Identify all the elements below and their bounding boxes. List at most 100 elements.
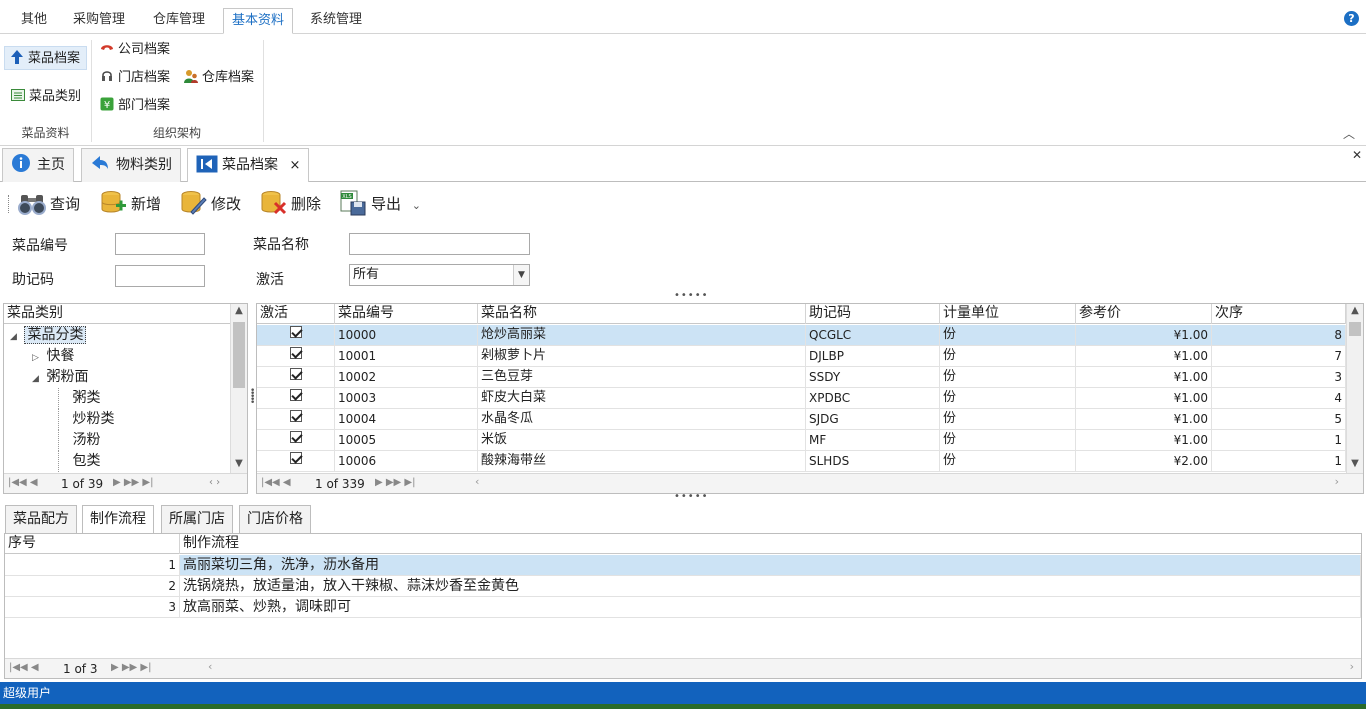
export-dropdown-icon[interactable]: ⌄ bbox=[412, 199, 421, 212]
column-header[interactable]: 菜品编号 bbox=[335, 304, 478, 324]
database-delete-icon bbox=[259, 190, 287, 216]
active-checkbox[interactable] bbox=[257, 325, 335, 345]
close-window-icon[interactable]: ✕ bbox=[1352, 148, 1362, 162]
active-checkbox[interactable] bbox=[257, 388, 335, 408]
column-header[interactable]: 参考价 bbox=[1076, 304, 1212, 324]
scroll-thumb[interactable] bbox=[233, 322, 245, 388]
active-checkbox[interactable] bbox=[257, 346, 335, 366]
active-checkbox[interactable] bbox=[257, 409, 335, 429]
scroll-down-icon[interactable]: ▼ bbox=[231, 458, 247, 469]
collapse-icon[interactable]: ◢ bbox=[32, 369, 42, 390]
table-row[interactable]: 10003 虾皮大白菜 XPDBC 份 ¥1.00 4 bbox=[257, 388, 1346, 409]
dish-category-button[interactable]: 菜品类别 bbox=[10, 85, 81, 109]
warehouse-archive-button[interactable]: 仓库档案 bbox=[183, 66, 254, 90]
table-row[interactable]: 1 高丽菜切三角，洗净，沥水备用 bbox=[5, 555, 1361, 576]
table-row[interactable]: 10005 米饭 MF 份 ¥1.00 1 bbox=[257, 430, 1346, 451]
tab-dish-archive[interactable]: 菜品档案 × bbox=[187, 148, 310, 182]
tree-node[interactable]: ◢ 菜品分类 bbox=[10, 325, 87, 348]
table-row[interactable]: 3 放高丽菜、炒熟，调味即可 bbox=[5, 597, 1361, 618]
edit-button[interactable]: 修改 bbox=[179, 188, 241, 220]
dish-archive-button[interactable]: 菜品档案 bbox=[4, 46, 87, 70]
active-checkbox[interactable] bbox=[257, 430, 335, 450]
chevron-down-icon[interactable]: ▼ bbox=[513, 265, 529, 285]
scroll-up-icon[interactable]: ▲ bbox=[1347, 305, 1363, 316]
scroll-down-icon[interactable]: ▼ bbox=[1347, 458, 1363, 469]
tree-node[interactable]: 包类 bbox=[58, 451, 100, 472]
scroll-thumb[interactable] bbox=[1349, 322, 1361, 336]
add-button[interactable]: 新增 bbox=[99, 188, 161, 220]
table-row[interactable]: 10000 炝炒高丽菜 QCGLC 份 ¥1.00 8 bbox=[257, 325, 1346, 346]
active-checkbox[interactable] bbox=[257, 451, 335, 471]
collapse-ribbon-icon[interactable]: ︿ bbox=[1343, 125, 1355, 142]
table-row[interactable]: 10002 三色豆芽 SSDY 份 ¥1.00 3 bbox=[257, 367, 1346, 388]
next-page-icon[interactable]: ▶ ▶▶ ▶| bbox=[375, 477, 416, 488]
expand-icon[interactable]: ▷ bbox=[32, 348, 42, 369]
scroll-right-icon[interactable]: › bbox=[1350, 660, 1354, 673]
table-row[interactable]: 10004 水晶冬瓜 SJDG 份 ¥1.00 5 bbox=[257, 409, 1346, 430]
ribbon-tab-purchase[interactable]: 采购管理 bbox=[65, 8, 133, 34]
delete-button[interactable]: 删除 bbox=[259, 188, 321, 220]
vertical-splitter[interactable]: • • • • • bbox=[250, 387, 255, 408]
close-tab-icon[interactable]: × bbox=[289, 158, 300, 173]
table-row[interactable]: 10001 剁椒萝卜片 DJLBP 份 ¥1.00 7 bbox=[257, 346, 1346, 367]
tab-store-prices[interactable]: 门店价格 bbox=[239, 505, 311, 533]
dish-code-input[interactable] bbox=[115, 233, 205, 255]
tab-material-category[interactable]: 物料类别 bbox=[81, 148, 181, 182]
help-icon[interactable]: ? bbox=[1344, 11, 1359, 26]
tab-dish-recipe[interactable]: 菜品配方 bbox=[5, 505, 77, 533]
tree-node[interactable]: ▷ 快餐 bbox=[32, 346, 74, 367]
horizontal-splitter[interactable]: ••••• bbox=[674, 290, 709, 301]
first-page-icon[interactable]: |◀◀ ◀ bbox=[9, 662, 39, 673]
first-page-icon[interactable]: |◀◀ ◀ bbox=[8, 477, 38, 488]
tree-node[interactable]: 炒粉类 bbox=[58, 409, 114, 430]
dish-grid-horizontal-scrollbar[interactable]: ‹ › bbox=[471, 475, 1343, 491]
tab-home[interactable]: 主页 bbox=[2, 148, 74, 182]
department-archive-button[interactable]: ¥ 部门档案 bbox=[99, 94, 170, 118]
tree-node[interactable]: ◢ 粥粉面 bbox=[32, 367, 88, 388]
horizontal-scroll-arrows[interactable]: ‹ › bbox=[209, 477, 220, 488]
tree-vertical-scrollbar[interactable]: ▲ ▼ bbox=[230, 304, 247, 473]
tab-production-process[interactable]: 制作流程 bbox=[82, 505, 154, 533]
store-archive-button[interactable]: 门店档案 bbox=[99, 66, 170, 90]
active-select[interactable]: 所有 ▼ bbox=[349, 264, 530, 286]
active-checkbox[interactable] bbox=[257, 367, 335, 387]
scroll-right-icon[interactable]: › bbox=[1335, 475, 1339, 488]
column-header[interactable]: 计量单位 bbox=[940, 304, 1076, 324]
column-header[interactable]: 助记码 bbox=[806, 304, 940, 324]
back-arrow-icon bbox=[90, 153, 110, 173]
horizontal-splitter[interactable]: ••••• bbox=[674, 491, 709, 502]
dish-grid-vertical-scrollbar[interactable]: ▲ ▼ bbox=[1346, 304, 1363, 473]
scroll-left-icon[interactable]: ‹ bbox=[208, 660, 212, 673]
company-archive-button[interactable]: 公司档案 bbox=[99, 38, 170, 62]
mnemonic-input[interactable] bbox=[115, 265, 205, 287]
tree-node[interactable]: 汤粉 bbox=[58, 430, 100, 451]
column-header[interactable]: 激活 bbox=[257, 304, 335, 324]
dish-code-label: 菜品编号 bbox=[12, 238, 68, 254]
ribbon-tab-basic-data[interactable]: 基本资料 bbox=[223, 8, 294, 34]
ribbon-tab-warehouse[interactable]: 仓库管理 bbox=[145, 8, 213, 34]
scroll-left-icon[interactable]: ‹ bbox=[475, 475, 479, 488]
column-header[interactable]: 制作流程 bbox=[180, 534, 1361, 554]
table-row[interactable]: 2 洗锅烧热，放适量油，放入干辣椒、蒜沫炒香至金黄色 bbox=[5, 576, 1361, 597]
next-page-icon[interactable]: ▶ ▶▶ ▶| bbox=[111, 662, 152, 673]
column-header[interactable]: 序号 bbox=[5, 534, 180, 554]
process-grid-horizontal-scrollbar[interactable]: ‹ › bbox=[204, 660, 1358, 676]
ribbon-tab-system[interactable]: 系统管理 bbox=[302, 8, 370, 34]
cell-order: 4 bbox=[1212, 388, 1346, 408]
scroll-up-icon[interactable]: ▲ bbox=[231, 305, 247, 316]
next-page-icon[interactable]: ▶ ▶▶ ▶| bbox=[113, 477, 154, 488]
column-header[interactable]: 菜品类别 bbox=[4, 304, 231, 324]
column-header[interactable]: 菜品名称 bbox=[478, 304, 806, 324]
query-button[interactable]: 查询 bbox=[18, 188, 80, 220]
table-row[interactable]: 10006 酸辣海带丝 SLHDS 份 ¥2.00 1 bbox=[257, 451, 1346, 472]
ribbon-tab-other[interactable]: 其他 bbox=[13, 8, 55, 34]
tree-node[interactable]: 粥类 bbox=[58, 388, 100, 409]
export-button[interactable]: XLS 导出 ⌄ bbox=[339, 188, 421, 220]
cell-price: ¥1.00 bbox=[1076, 325, 1212, 345]
tab-belonging-stores[interactable]: 所属门店 bbox=[161, 505, 233, 533]
dish-name-input[interactable] bbox=[349, 233, 530, 255]
binoculars-icon bbox=[18, 190, 46, 216]
collapse-icon[interactable]: ◢ bbox=[10, 327, 20, 348]
first-page-icon[interactable]: |◀◀ ◀ bbox=[261, 477, 291, 488]
column-header[interactable]: 次序 bbox=[1212, 304, 1346, 324]
